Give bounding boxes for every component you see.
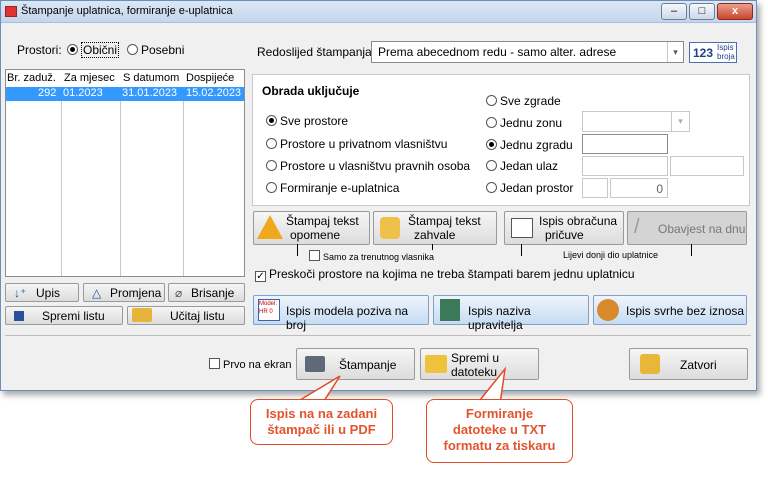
callout-2-line1: Formiranje — [465, 406, 534, 421]
callout-1-line2: štampač ili u PDF — [267, 422, 376, 437]
callout-2-line3: formatu za tiskaru — [443, 438, 556, 453]
callout-stampanje: Ispis na na zadani štampač ili u PDF — [250, 399, 393, 445]
callout-datoteka: Formiranje datoteke u TXT formatu za tis… — [426, 399, 573, 463]
callout-1-line1: Ispis na na zadani — [265, 406, 378, 421]
callout-2-line2: datoteke u TXT — [452, 422, 547, 437]
